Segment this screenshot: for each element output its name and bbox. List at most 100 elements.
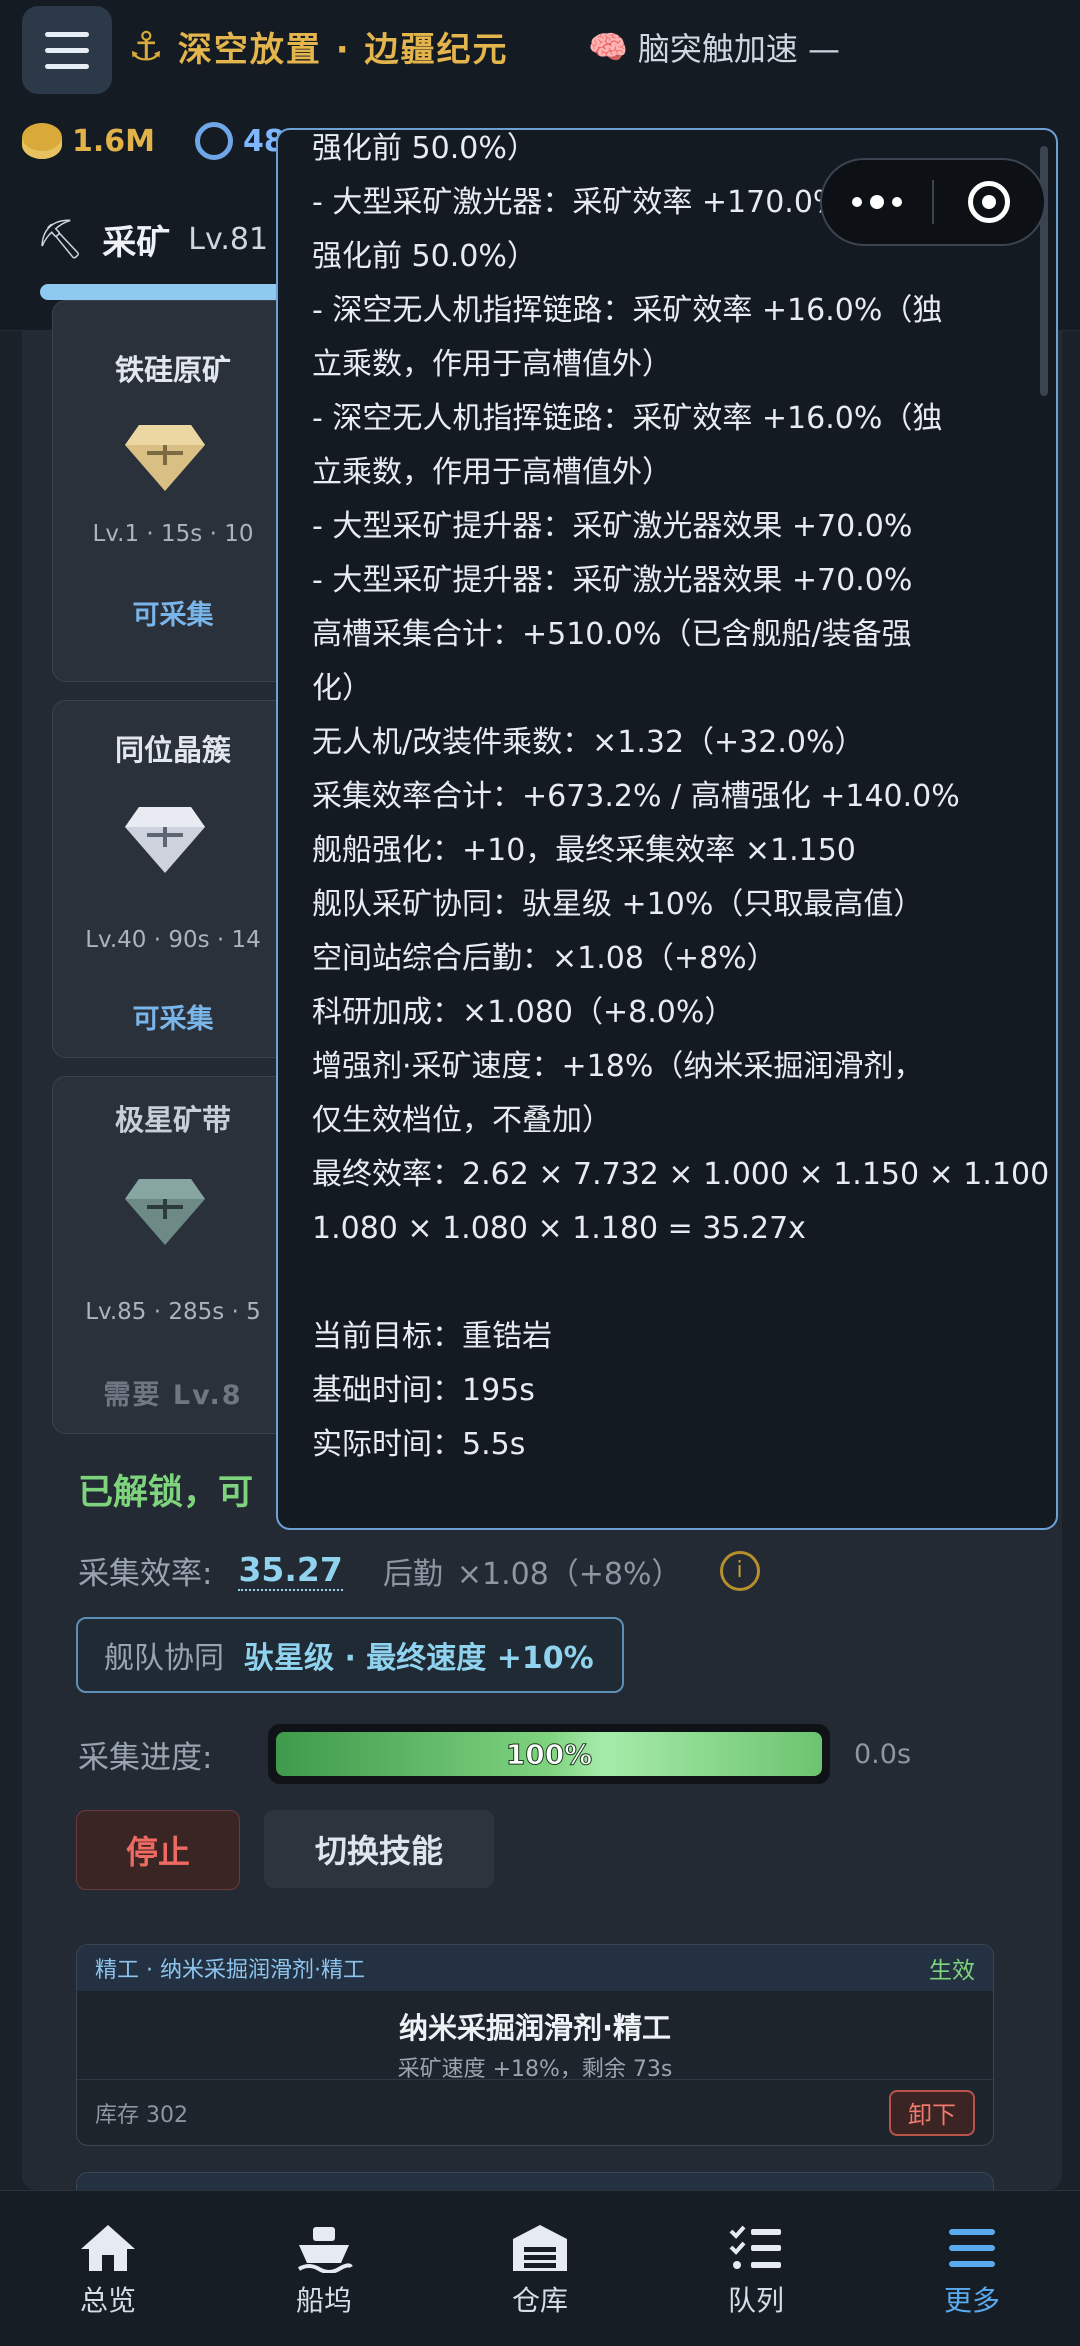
buff-footer: 库存 302 卸下 xyxy=(77,2079,993,2145)
ore-action[interactable]: 可采集 xyxy=(53,593,293,632)
nav-label: 总览 xyxy=(79,2284,136,2317)
tooltip-line: 舰船强化：+10，最终采集效率 ×1.150 xyxy=(312,833,856,868)
close-miniapp-icon[interactable] xyxy=(934,181,1044,223)
tooltip-line: 当前目标：重锆岩 xyxy=(312,1319,552,1354)
stop-button[interactable]: 停止 xyxy=(76,1810,240,1890)
tooltip-line: 无人机/改装件乘数：×1.32（+32.0%） xyxy=(312,725,865,760)
tooltip-line: 1.080 × 1.080 × 1.180 = 35.27x xyxy=(312,1211,806,1246)
tooltip-lines: 强化前 50.0%） - 大型采矿激光器：采矿效率 +170.0%（舰船 强化前 5… xyxy=(312,130,1058,1472)
boost-label: 脑突触加速 — xyxy=(637,30,841,68)
progress-fill: 100% xyxy=(276,1732,822,1776)
unload-button[interactable]: 卸下 xyxy=(889,2089,975,2136)
nav-label: 仓库 xyxy=(511,2284,568,2317)
tooltip-line: - 深空无人机指挥链路：采矿效率 +16.0%（独 xyxy=(312,293,943,328)
skill-name: 采矿 xyxy=(102,223,171,263)
menu-line xyxy=(45,31,89,37)
progress-time: 0.0s xyxy=(854,1738,912,1770)
tooltip-line: 基础时间：195s xyxy=(312,1373,535,1408)
nav-more[interactable]: 更多 xyxy=(864,2191,1080,2346)
current-skill[interactable]: ⛏ 采矿 Lv.81 · xyxy=(36,215,287,264)
logistics-label: 后勤 xyxy=(382,1556,443,1592)
more-icon xyxy=(949,2229,995,2267)
pickaxe-icon: ⛏ xyxy=(36,217,85,261)
ore-gem-icon xyxy=(125,425,205,491)
tooltip-line: 高槽采集合计：+510.0%（已含舰船/装备强 xyxy=(312,617,912,652)
synapse-boost[interactable]: 🧠 脑突触加速 — xyxy=(588,24,840,70)
tooltip-line: 立乘数，作用于高槽值外） xyxy=(312,347,672,382)
ore-card-isotope[interactable]: 同位晶簇 Lv.40 · 90s · 14 可采集 xyxy=(52,700,294,1058)
tooltip-line: 实际时间：5.5s xyxy=(312,1427,526,1462)
buff-tag: 精工 · 纳米采掘润滑剂·精工 xyxy=(95,1958,365,1983)
fleet-synergy-value: 驮星级 · 最终速度 +10% xyxy=(244,1641,594,1676)
brain-icon: 🧠 xyxy=(588,28,628,66)
ore-card-ironsilicon[interactable]: 铁硅原矿 Lv.1 · 15s · 10 可采集 xyxy=(52,300,294,682)
ore-card-polarstar[interactable]: 极星矿带 Lv.85 · 285s · 5 需要 Lv.8 xyxy=(52,1076,294,1434)
buff-status: 生效 xyxy=(929,1958,975,1984)
more-options-icon[interactable] xyxy=(822,195,932,209)
skill-level: Lv.81 · xyxy=(188,222,288,257)
efficiency-label: 采集效率: xyxy=(78,1556,213,1592)
nav-overview[interactable]: 总览 xyxy=(0,2191,216,2346)
title-row: ⚓ 深空放置 · 边疆纪元 xyxy=(128,22,508,71)
info-icon[interactable]: i xyxy=(719,1550,760,1591)
tooltip-line: 仅生效档位，不叠加） xyxy=(312,1103,612,1138)
nav-queue[interactable]: 队列 xyxy=(648,2191,864,2346)
miniapp-capsule xyxy=(820,158,1046,246)
nav-label: 更多 xyxy=(943,2284,1000,2317)
buff-stock: 库存 302 xyxy=(95,2102,188,2128)
ore-action[interactable]: 可采集 xyxy=(53,997,293,1036)
tooltip-line: - 大型采矿提升器：采矿激光器效果 +70.0% xyxy=(312,563,913,598)
ore-lock-requirement: 需要 Lv.8 xyxy=(103,1380,243,1411)
tooltip-line: - 深空无人机指挥链路：采矿效率 +16.0%（独 xyxy=(312,401,943,436)
progress-label: 采集进度: xyxy=(78,1739,213,1776)
ore-name: 同位晶簇 xyxy=(114,733,231,767)
anchor-icon: ⚓ xyxy=(128,23,164,70)
nav-dock[interactable]: 船坞 xyxy=(216,2191,432,2346)
ore-gem-icon xyxy=(125,807,205,873)
fleet-synergy-box: 舰队协同 驮星级 · 最终速度 +10% xyxy=(76,1617,624,1693)
ore-name: 铁硅原矿 xyxy=(114,353,231,387)
medal-resource: 48 xyxy=(195,122,285,160)
tooltip-line: 采集效率合计：+673.2% / 高槽强化 +140.0% xyxy=(312,779,960,814)
nav-warehouse[interactable]: 仓库 xyxy=(432,2191,648,2346)
ship-icon xyxy=(297,2227,353,2273)
credits-resource: 1.6M xyxy=(22,123,155,159)
tooltip-line: 舰队采矿协同：驮星级 +10%（只取最高值） xyxy=(312,887,924,922)
ore-name: 极星矿带 xyxy=(114,1103,231,1137)
ore-meta: Lv.40 · 90s · 14 xyxy=(85,927,261,953)
tooltip-line: 最终效率：2.62 × 7.732 × 1.000 × 1.150 × 1.10… xyxy=(312,1157,1058,1192)
menu-button[interactable] xyxy=(22,6,112,94)
home-icon xyxy=(81,2225,135,2271)
game-title: 深空放置 · 边疆纪元 xyxy=(177,30,509,70)
credits-value: 1.6M xyxy=(72,123,155,159)
tooltip-line: 化） xyxy=(312,671,372,706)
tooltip-line: 科研加成：×1.080（+8.0%） xyxy=(312,995,735,1030)
efficiency-row: 采集效率: 35.27 后勤 ×1.08（+8%） i xyxy=(78,1548,760,1593)
unlock-status: 已解锁，可 xyxy=(78,1473,254,1513)
warehouse-icon xyxy=(513,2225,567,2271)
medal-icon xyxy=(195,122,233,160)
bottom-nav: 总览 船坞 仓库 队列 更多 xyxy=(0,2190,1080,2346)
buff-header: 精工 · 纳米采掘润滑剂·精工 生效 xyxy=(77,1945,993,1991)
nav-label: 船坞 xyxy=(295,2284,352,2317)
menu-line xyxy=(45,47,89,53)
nav-label: 队列 xyxy=(727,2284,784,2317)
queue-icon xyxy=(729,2225,781,2269)
logistics-value: ×1.08（+8%） xyxy=(456,1556,682,1592)
menu-line xyxy=(45,63,89,69)
resource-bar: 1.6M 48 xyxy=(22,122,285,160)
tooltip-line: 空间站综合后勤：×1.08（+8%） xyxy=(312,941,777,976)
gather-progress-row: 采集进度: 100% 0.0s xyxy=(78,1724,911,1784)
buff-name: 纳米采掘润滑剂·精工 xyxy=(398,2011,672,2045)
efficiency-value[interactable]: 35.27 xyxy=(238,1550,343,1591)
fleet-synergy-label: 舰队协同 xyxy=(104,1641,224,1676)
tooltip-line: 增强剂·采矿速度：+18%（纳米采掘润滑剂， xyxy=(312,1049,924,1084)
tooltip-line: - 大型采矿提升器：采矿激光器效果 +70.0% xyxy=(312,509,913,544)
tooltip-line: 立乘数，作用于高槽值外） xyxy=(312,455,672,490)
buff-card: 精工 · 纳米采掘润滑剂·精工 生效 纳米采掘润滑剂·精工 采矿速度 +18%，… xyxy=(76,1944,994,2146)
ore-meta: Lv.1 · 15s · 10 xyxy=(92,521,254,547)
switch-skill-button[interactable]: 切换技能 xyxy=(264,1810,494,1888)
coin-stack-icon xyxy=(22,123,62,159)
tooltip-line xyxy=(312,1256,1032,1310)
progress-bar: 100% xyxy=(268,1724,830,1784)
